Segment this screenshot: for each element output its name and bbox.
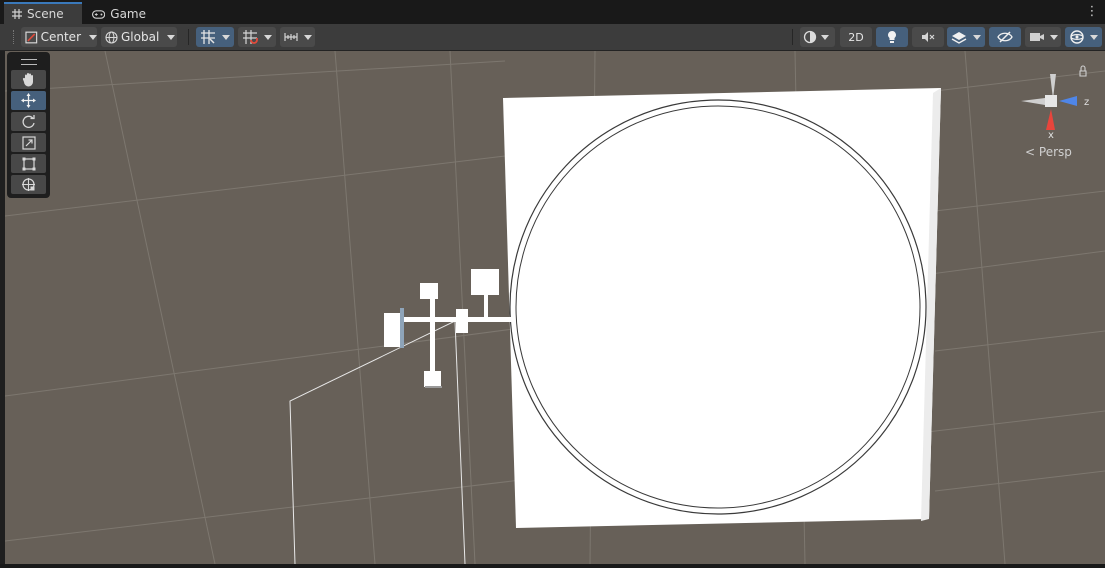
toolbar-grip: [13, 30, 16, 44]
ruler-icon: [284, 33, 298, 41]
audio-mute-icon: [922, 32, 935, 42]
rect-transform-icon: [22, 157, 35, 170]
layers-effects-icon: [951, 32, 967, 44]
hand-icon: [22, 73, 33, 87]
grid-hash-icon: [12, 9, 22, 19]
grid-snap-icon: [201, 30, 215, 44]
increment-snap-dropdown[interactable]: [280, 27, 315, 47]
chevron-down-icon: [264, 34, 272, 40]
gizmo-orbit-icon: [1070, 30, 1084, 44]
space-label: Global: [121, 30, 160, 44]
move-arrows-icon: [21, 93, 36, 108]
more-options-icon[interactable]: ⋮: [1085, 5, 1099, 19]
globe-icon: [105, 30, 118, 44]
chevron-down-icon: [222, 34, 230, 40]
gizmo-x-label: x: [1048, 130, 1054, 141]
rotate-icon: [22, 115, 35, 128]
rotate-tool-button[interactable]: [11, 112, 46, 131]
gizmo-center-cube[interactable]: [1045, 95, 1057, 107]
space-dropdown[interactable]: Global: [101, 27, 177, 47]
gizmo-z-label: z: [1084, 97, 1089, 108]
gizmo-left-cone[interactable]: [1021, 98, 1045, 105]
chevron-down-icon: [973, 34, 981, 40]
eye-hidden-icon: [997, 31, 1013, 43]
light-bulb-icon: [888, 31, 896, 43]
gizmos-dropdown[interactable]: [1065, 27, 1102, 47]
mode-2d-toggle[interactable]: 2D: [840, 27, 872, 47]
gamepad-icon: [92, 9, 106, 19]
view-tool-button[interactable]: [11, 70, 46, 89]
tab-game[interactable]: Game: [84, 4, 154, 24]
move-tool-button[interactable]: [11, 91, 46, 110]
camera-settings-dropdown[interactable]: [1025, 27, 1061, 47]
lighting-toggle[interactable]: [876, 27, 908, 47]
chevron-down-icon: [89, 34, 97, 40]
transform-tool-button[interactable]: [11, 175, 46, 194]
scene-viewport[interactable]: z x < Persp: [5, 51, 1105, 564]
draw-mode-dropdown[interactable]: [800, 27, 835, 47]
grid-snap-toggle[interactable]: [196, 27, 234, 47]
camera-icon: [1030, 33, 1044, 41]
mode-2d-label: 2D: [848, 30, 864, 44]
tab-bar: Scene Game ⋮: [0, 0, 1105, 24]
rect-tool-button[interactable]: [11, 154, 46, 173]
pivot-label: Center: [40, 30, 81, 44]
scene-canvas[interactable]: z x: [5, 51, 1105, 564]
chevron-left-icon: <: [1025, 145, 1036, 159]
toolbar-separator: [188, 29, 189, 45]
chevron-down-icon: [167, 34, 176, 40]
gizmo-x-cone[interactable]: [1046, 109, 1055, 130]
palette-drag-handle[interactable]: [21, 59, 37, 65]
pivot-dropdown[interactable]: Center: [21, 27, 97, 47]
projection-toggle[interactable]: < Persp: [1025, 145, 1072, 159]
orientation-gizmo[interactable]: z x: [1021, 65, 1089, 141]
tool-palette: [7, 52, 50, 198]
shading-sphere-icon: [803, 30, 817, 44]
chevron-down-icon: [821, 34, 829, 40]
chevron-down-icon: [304, 34, 312, 40]
lock-icon[interactable]: [1079, 65, 1087, 77]
gizmo-z-cone[interactable]: [1059, 96, 1077, 106]
scene-toolbar: Center Global 2D: [0, 24, 1105, 51]
chevron-down-icon: [1090, 34, 1098, 40]
chevron-down-icon: [1050, 34, 1058, 40]
scene-visibility-toggle[interactable]: [989, 27, 1021, 47]
tab-game-label: Game: [110, 7, 146, 21]
tab-scene-label: Scene: [27, 7, 64, 21]
toolbar-separator: [792, 29, 793, 45]
snap-increment-toggle[interactable]: [238, 27, 276, 47]
tab-scene[interactable]: Scene: [4, 2, 82, 24]
cross-object-cluster[interactable]: [384, 269, 515, 388]
scale-tool-button[interactable]: [11, 133, 46, 152]
transform-combo-icon: [22, 178, 35, 191]
scene-outline-wire: [289, 320, 466, 564]
audio-toggle[interactable]: [912, 27, 944, 47]
snap-magnet-icon: [243, 30, 258, 44]
persp-label: Persp: [1038, 145, 1072, 159]
scale-icon: [21, 135, 36, 150]
white-plane-object[interactable]: [503, 88, 941, 528]
effects-dropdown[interactable]: [947, 27, 985, 47]
pivot-center-icon: [25, 31, 38, 43]
scene-view-bottom-border: [0, 564, 1105, 568]
